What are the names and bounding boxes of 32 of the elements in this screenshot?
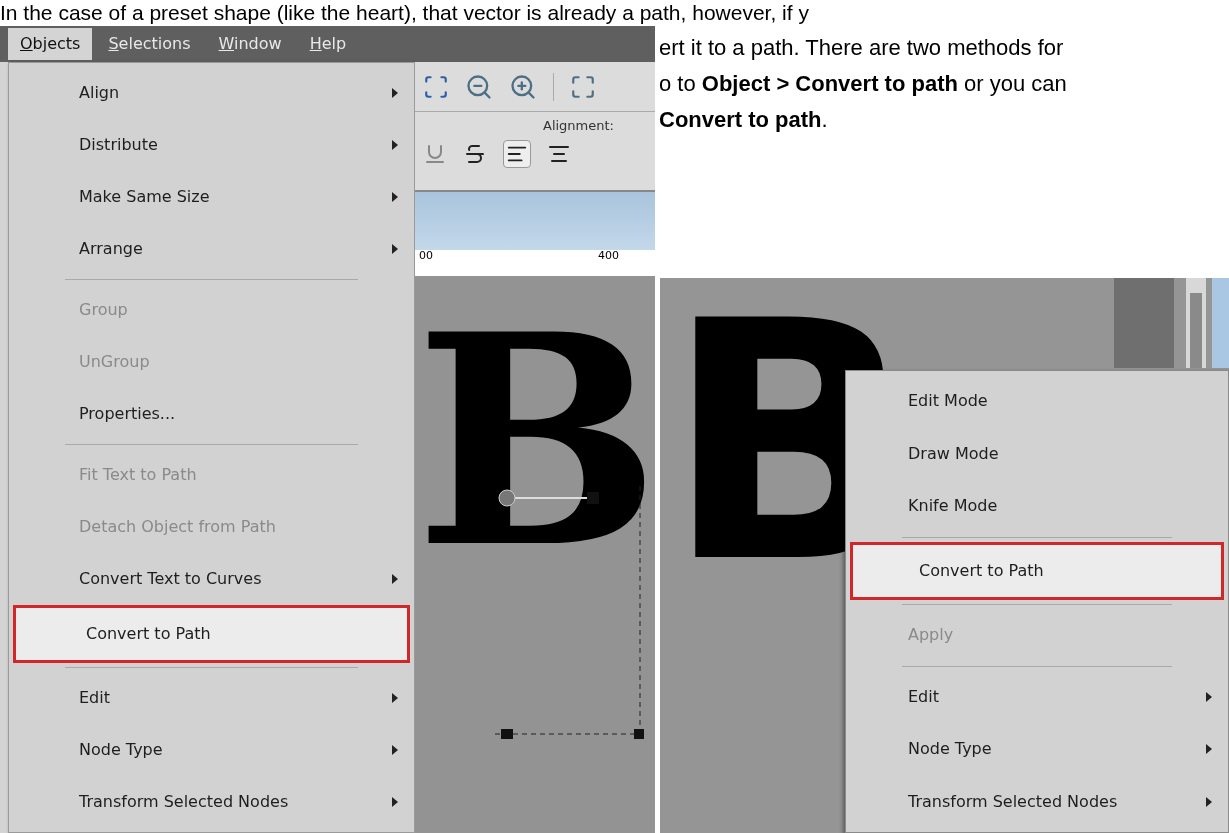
menu-item[interactable]: Distribute — [9, 119, 414, 171]
zoom-out-icon[interactable] — [465, 72, 493, 101]
article-text: Convert to path. — [659, 106, 829, 134]
menu-item[interactable]: Properties... — [9, 388, 414, 440]
alignment-label: Alignment: — [543, 117, 615, 135]
article-text: In the case of a preset shape (like the heart), that vector is already a path, however, if y — [0, 0, 810, 26]
menu-item[interactable]: Align — [9, 67, 414, 119]
menu-item[interactable]: Transform Selected Nodes — [846, 775, 1228, 828]
menu-item[interactable]: Convert to Path — [850, 541, 1224, 600]
menu-item[interactable]: Edit — [846, 670, 1228, 723]
menu-item[interactable]: Edit Mode — [846, 375, 1228, 428]
menu-bar-item[interactable]: Window — [206, 28, 294, 60]
menu-item[interactable]: Transform Selected Nodes — [9, 776, 414, 828]
align-left-icon[interactable] — [503, 139, 531, 168]
article-text: o to Object > Convert to path or you can — [659, 70, 1068, 98]
menu-item[interactable]: Edit — [9, 672, 414, 724]
menu-item[interactable]: Make Same Size — [9, 171, 414, 223]
menu-item[interactable]: Convert to Path — [13, 605, 410, 663]
canvas-letter: B — [415, 296, 655, 586]
menu-item[interactable]: Node Type — [9, 724, 414, 776]
menu-item[interactable]: Convert Text to Curves — [9, 553, 414, 605]
article-text: ert it to a path. There are two methods for — [659, 34, 1065, 62]
ruler-label: 400 — [598, 250, 619, 261]
menu-bar-item[interactable]: Selections — [96, 28, 203, 60]
menu-item[interactable]: Draw Mode — [846, 427, 1228, 480]
ruler-label: 00 — [419, 250, 433, 261]
menu-bar-item[interactable]: Objects — [8, 28, 93, 60]
menu-item[interactable]: Arrange — [9, 223, 414, 275]
zoom-in-icon[interactable] — [509, 72, 537, 101]
menu-item[interactable]: Knife Mode — [846, 480, 1228, 533]
menu-item[interactable]: Node Type — [846, 723, 1228, 776]
menu-bar-item[interactable]: Help — [297, 28, 359, 60]
